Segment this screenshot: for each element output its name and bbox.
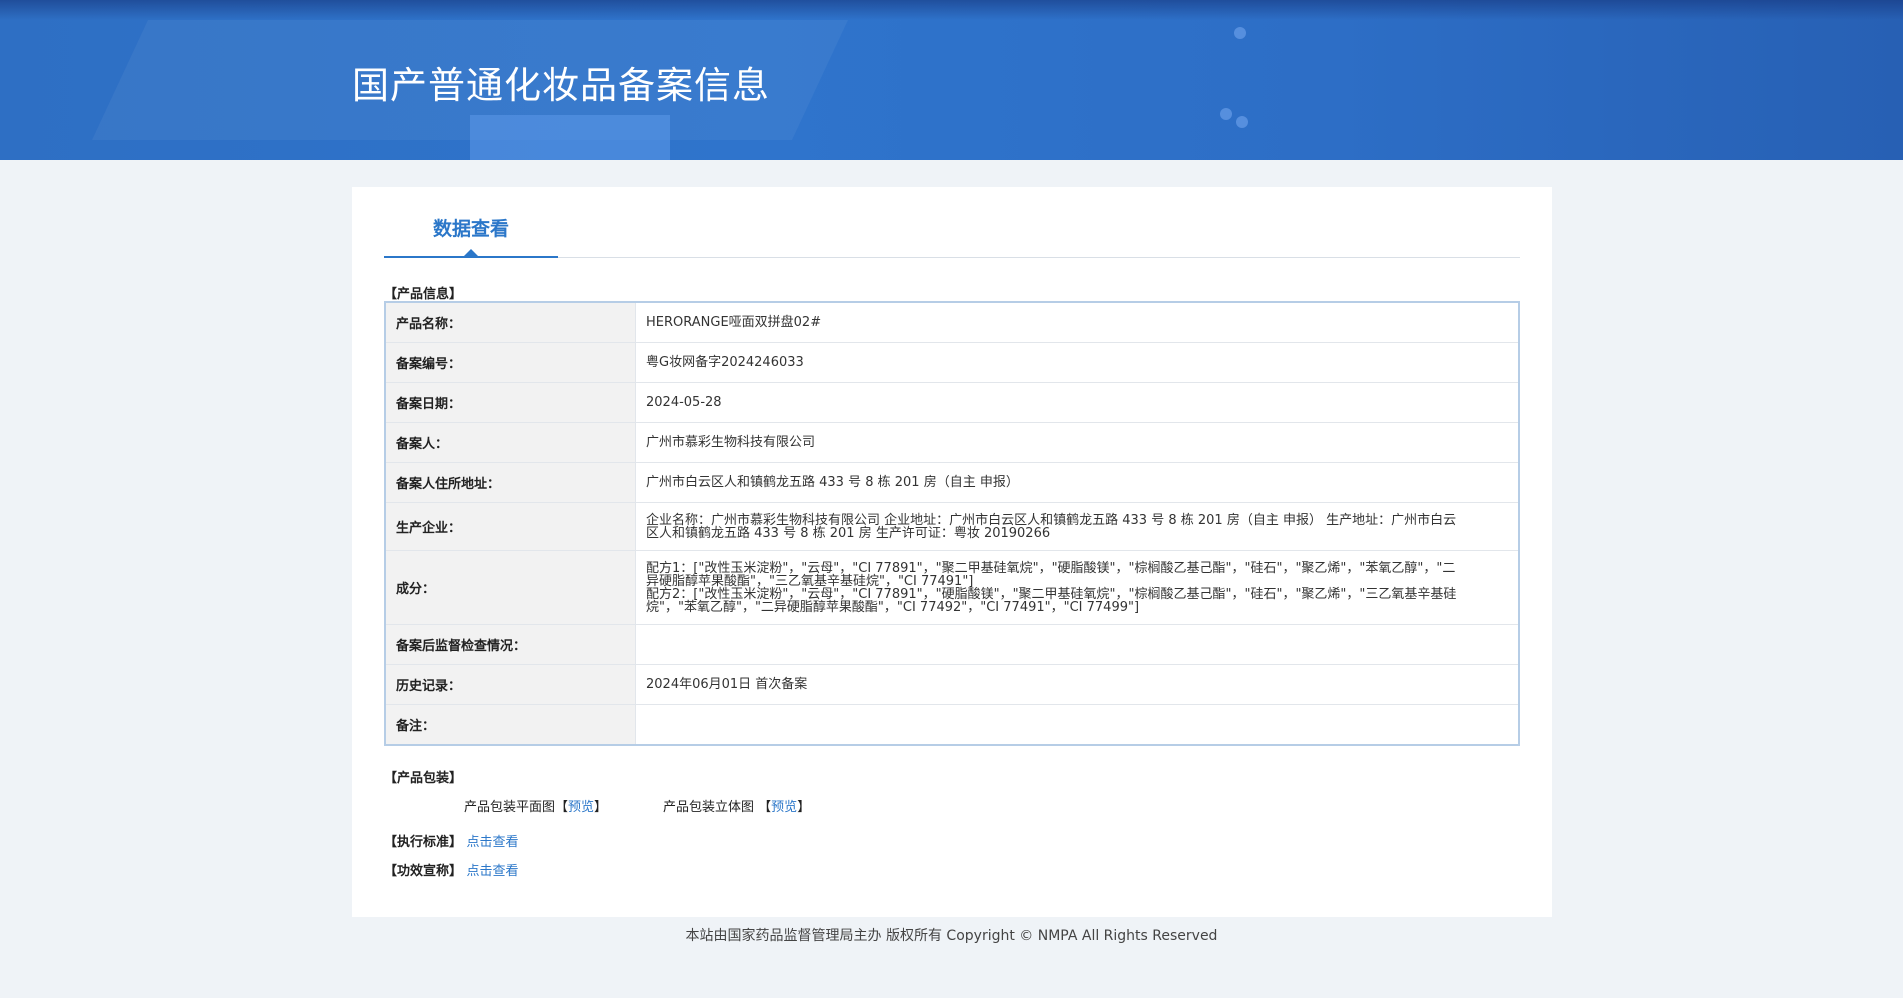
table-row: 备案日期： 2024-05-28 xyxy=(385,382,1519,423)
row-value-record-date: 2024-05-28 xyxy=(635,382,1519,423)
row-value-history: 2024年06月01日 首次备案 xyxy=(635,664,1519,705)
content-panel: 数据查看 【产品信息】 产品名称： HERORANGE哑面双拼盘02# 备案编号… xyxy=(352,187,1552,917)
table-row: 备注： xyxy=(385,704,1519,746)
row-label-registrant: 备案人： xyxy=(385,422,636,463)
row-label-record-date: 备案日期： xyxy=(385,382,636,423)
formula-1-text: 配方1：["改性玉米淀粉"，"云母"，"CI 77891"，"聚二甲基硅氧烷"，… xyxy=(646,560,1456,589)
table-row: 备案人： 广州市慕彩生物科技有限公司 xyxy=(385,422,1519,463)
row-value-registrant: 广州市慕彩生物科技有限公司 xyxy=(635,422,1519,463)
preview-flat-link[interactable]: 预览 xyxy=(568,800,594,815)
banner-dot xyxy=(1234,27,1246,39)
manufacturer-text: 企业名称：广州市慕彩生物科技有限公司 企业地址：广州市白云区人和镇鹤龙五路 43… xyxy=(646,512,1457,541)
bracket: 【 xyxy=(758,800,772,815)
row-value-ingredients: 配方1：["改性玉米淀粉"，"云母"，"CI 77891"，"聚二甲基硅氧烷"，… xyxy=(635,550,1519,625)
row-label-remarks: 备注： xyxy=(385,704,636,746)
product-info-heading: 【产品信息】 xyxy=(384,287,463,302)
row-value-product-name: HERORANGE哑面双拼盘02# xyxy=(635,302,1519,343)
row-value-supervision xyxy=(635,624,1519,665)
table-row: 生产企业： 企业名称：广州市慕彩生物科技有限公司 企业地址：广州市白云区人和镇鹤… xyxy=(385,502,1519,551)
efficacy-section: 【功效宣称】 点击查看 xyxy=(384,860,519,879)
tab-data-view[interactable]: 数据查看 xyxy=(384,186,558,258)
row-label-supervision: 备案后监督检查情况： xyxy=(385,624,636,665)
bracket: 】 xyxy=(797,800,811,815)
bracket: 【 xyxy=(555,800,569,815)
tab-bar: 数据查看 xyxy=(384,187,1520,258)
row-label-product-name: 产品名称： xyxy=(385,302,636,343)
packaging-flat: 产品包装平面图【预览】 xyxy=(464,796,607,815)
bracket: 】 xyxy=(594,800,608,815)
row-label-registrant-address: 备案人住所地址： xyxy=(385,462,636,503)
standard-section: 【执行标准】 点击查看 xyxy=(384,831,519,850)
preview-solid-link[interactable]: 预览 xyxy=(771,800,797,815)
page-title: 国产普通化妆品备案信息 xyxy=(352,64,770,107)
packaging-flat-label: 产品包装平面图 xyxy=(464,800,556,815)
table-row: 成分： 配方1：["改性玉米淀粉"，"云母"，"CI 77891"，"聚二甲基硅… xyxy=(385,550,1519,625)
table-row: 备案后监督检查情况： xyxy=(385,624,1519,665)
packaging-solid: 产品包装立体图 【预览】 xyxy=(663,796,810,815)
packaging-heading: 【产品包装】 xyxy=(384,771,463,786)
formula-2-text: 配方2：["改性玉米淀粉"，"云母"，"CI 77891"，"硬脂酸镁"，"聚二… xyxy=(646,586,1457,615)
row-value-record-number: 粤G妆网备字2024246033 xyxy=(635,342,1519,383)
tab-label: 数据查看 xyxy=(432,218,509,240)
row-label-record-number: 备案编号： xyxy=(385,342,636,383)
tab-active-caret xyxy=(464,249,478,256)
table-row: 产品名称： HERORANGE哑面双拼盘02# xyxy=(385,302,1519,343)
row-value-manufacturer: 企业名称：广州市慕彩生物科技有限公司 企业地址：广州市白云区人和镇鹤龙五路 43… xyxy=(635,502,1519,551)
product-info-table: 产品名称： HERORANGE哑面双拼盘02# 备案编号： 粤G妆网备字2024… xyxy=(384,301,1520,746)
row-value-remarks xyxy=(635,704,1519,746)
table-row: 备案人住所地址： 广州市白云区人和镇鹤龙五路 433 号 8 栋 201 房（自… xyxy=(385,462,1519,503)
row-label-history: 历史记录： xyxy=(385,664,636,705)
row-value-registrant-address: 广州市白云区人和镇鹤龙五路 433 号 8 栋 201 房（自主 申报） xyxy=(635,462,1519,503)
table-row: 备案编号： 粤G妆网备字2024246033 xyxy=(385,342,1519,383)
banner-decoration xyxy=(470,115,670,160)
footer-copyright: 本站由国家药品监督管理局主办 版权所有 Copyright © NMPA All… xyxy=(685,928,1218,944)
banner-dot xyxy=(1220,108,1232,120)
row-label-ingredients: 成分： xyxy=(385,550,636,625)
table-row: 历史记录： 2024年06月01日 首次备案 xyxy=(385,664,1519,705)
header-banner: 国产普通化妆品备案信息 xyxy=(0,0,1903,160)
packaging-solid-label: 产品包装立体图 xyxy=(663,800,755,815)
standard-view-link[interactable]: 点击查看 xyxy=(467,835,519,850)
efficacy-heading: 【功效宣称】 xyxy=(384,864,463,879)
row-label-manufacturer: 生产企业： xyxy=(385,502,636,551)
banner-dot xyxy=(1236,116,1248,128)
standard-heading: 【执行标准】 xyxy=(384,835,463,850)
efficacy-view-link[interactable]: 点击查看 xyxy=(467,864,519,879)
